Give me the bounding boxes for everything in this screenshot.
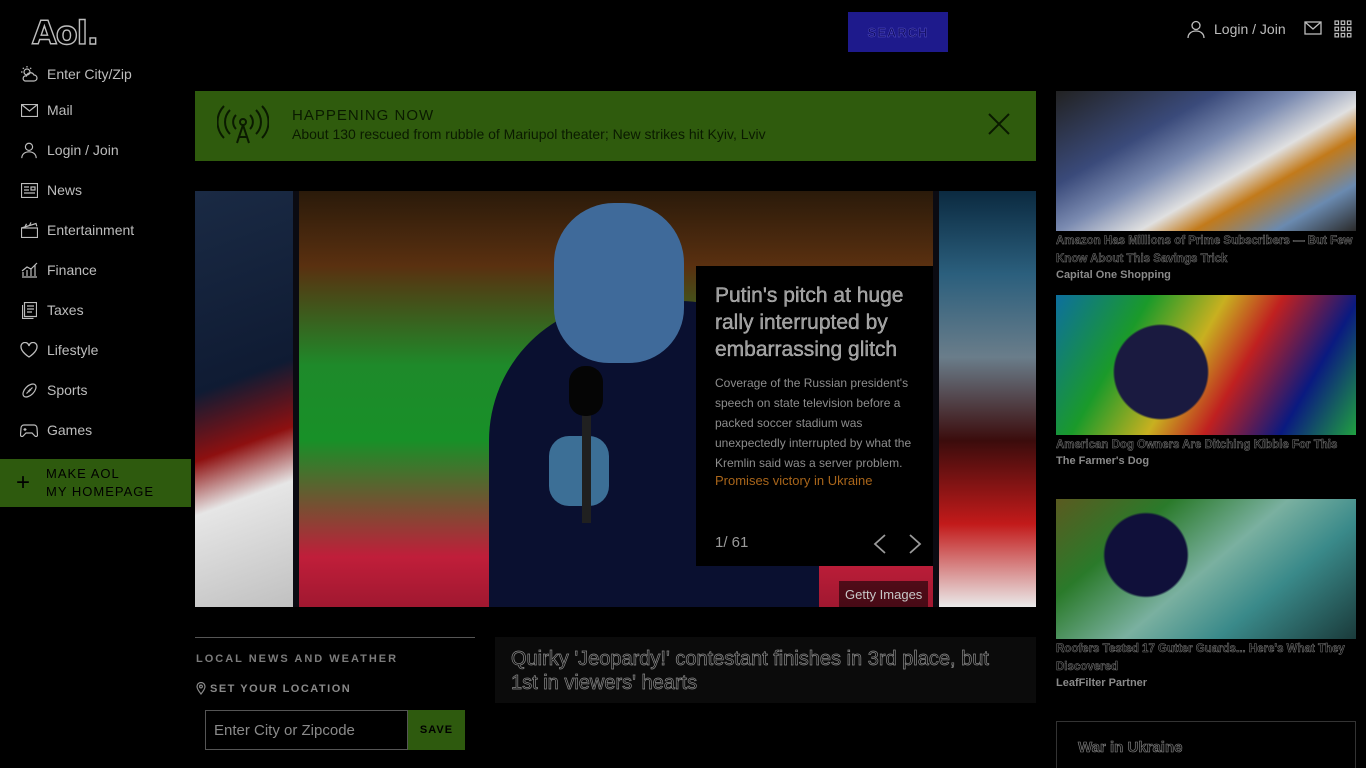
sidebar-item-login[interactable]: Login / Join bbox=[0, 130, 192, 170]
sidebar-item-games[interactable]: Games bbox=[0, 410, 192, 450]
header-login-label: Login / Join bbox=[1214, 21, 1286, 37]
sidebar-item-label: Mail bbox=[47, 102, 73, 118]
chart-icon bbox=[20, 261, 38, 279]
ad-source: LeafFilter Partner bbox=[1056, 677, 1148, 689]
sidebar-item-finance[interactable]: Finance bbox=[0, 250, 192, 290]
header-login-link[interactable]: Login / Join bbox=[1186, 19, 1286, 39]
sidebar-item-news[interactable]: News bbox=[0, 170, 192, 210]
document-icon bbox=[20, 301, 38, 319]
apps-grid-icon[interactable] bbox=[1334, 20, 1352, 43]
sponsored-ad[interactable]: American Dog Owners Are Ditching Kibble … bbox=[1056, 295, 1356, 467]
local-news-title: LOCAL NEWS AND WEATHER bbox=[196, 653, 399, 665]
sidebar-item-mail[interactable]: Mail bbox=[0, 90, 192, 130]
make-homepage-button[interactable]: + MAKE AOL MY HOMEPAGE bbox=[0, 459, 191, 507]
set-location-label: SET YOUR LOCATION bbox=[210, 682, 352, 695]
sidebar-item-label: News bbox=[47, 182, 83, 198]
sidebar-item-label: Entertainment bbox=[47, 222, 135, 238]
news-icon bbox=[20, 181, 38, 199]
sponsored-ad[interactable]: Amazon Has Millions of Prime Subscribers… bbox=[1056, 91, 1356, 281]
user-icon bbox=[20, 141, 38, 159]
speaker-hand bbox=[549, 436, 609, 506]
make-homepage-line2: MY HOMEPAGE bbox=[46, 484, 155, 499]
happening-now-title: HAPPENING NOW bbox=[292, 107, 435, 124]
weather-icon bbox=[20, 65, 38, 83]
sidebar-item-label: Games bbox=[47, 422, 93, 438]
chevron-left-icon[interactable] bbox=[873, 534, 887, 559]
save-location-button[interactable]: SAVE bbox=[408, 710, 465, 750]
aol-logo[interactable]: Aol. bbox=[31, 13, 99, 52]
happening-now-headline[interactable]: About 130 rescued from rubble of Mariupo… bbox=[292, 126, 766, 142]
secondary-story-title: Quirky 'Jeopardy!' contestant finishes i… bbox=[511, 648, 990, 695]
ad-title: Roofers Tested 17 Gutter Guards... Here'… bbox=[1056, 643, 1345, 674]
search-button[interactable]: SEARCH bbox=[848, 12, 948, 52]
plus-icon: + bbox=[15, 469, 30, 496]
speaker-head bbox=[554, 203, 684, 363]
ad-source: The Farmer's Dog bbox=[1056, 455, 1150, 467]
sponsored-ad[interactable]: Roofers Tested 17 Gutter Guards... Here'… bbox=[1056, 499, 1356, 689]
sidebar-item-label: Enter City/Zip bbox=[47, 66, 132, 82]
ad-source: Capital One Shopping bbox=[1056, 269, 1171, 281]
sidebar-nav: Enter City/Zip Mail Login / Join News En… bbox=[0, 58, 192, 450]
story-card: Putin's pitch at huge rally interrupted … bbox=[696, 266, 933, 566]
search-button-label: SEARCH bbox=[867, 24, 929, 40]
news-carousel: Getty Images Putin's pitch at huge rally… bbox=[195, 191, 1036, 607]
header-mail-icon[interactable] bbox=[1304, 21, 1322, 40]
ad-image bbox=[1056, 91, 1356, 231]
story-title[interactable]: Putin's pitch at huge rally interrupted … bbox=[715, 282, 923, 363]
mail-icon bbox=[20, 101, 38, 119]
ad-title: Amazon Has Millions of Prime Subscribers… bbox=[1056, 235, 1353, 266]
microphone-stand bbox=[582, 413, 591, 523]
local-divider bbox=[195, 637, 475, 638]
related-story-link[interactable]: Promises victory in Ukraine bbox=[715, 473, 923, 488]
previous-slide-image[interactable] bbox=[195, 191, 293, 607]
war-in-ukraine-module[interactable]: War in Ukraine bbox=[1056, 721, 1356, 768]
broadcast-icon bbox=[216, 105, 270, 150]
ad-image bbox=[1056, 499, 1356, 639]
sidebar-item-label: Finance bbox=[47, 262, 97, 278]
sidebar-item-label: Taxes bbox=[47, 302, 84, 318]
secondary-story[interactable]: Quirky 'Jeopardy!' contestant finishes i… bbox=[495, 637, 1036, 703]
sidebar-item-label: Lifestyle bbox=[47, 342, 99, 358]
location-pin-icon bbox=[196, 682, 206, 695]
user-icon bbox=[1187, 20, 1205, 39]
make-homepage-line1: MAKE AOL bbox=[46, 466, 120, 481]
zipcode-input[interactable] bbox=[205, 710, 408, 750]
sidebar-item-label: Login / Join bbox=[47, 142, 119, 158]
ad-image bbox=[1056, 295, 1356, 435]
sidebar-item-lifestyle[interactable]: Lifestyle bbox=[0, 330, 192, 370]
sidebar-item-label: Sports bbox=[47, 382, 88, 398]
heart-icon bbox=[20, 341, 38, 359]
sidebar-item-sports[interactable]: Sports bbox=[0, 370, 192, 410]
search-input[interactable] bbox=[298, 10, 848, 52]
gamepad-icon bbox=[20, 421, 38, 439]
clapper-icon bbox=[20, 221, 38, 239]
next-slide-image[interactable] bbox=[939, 191, 1036, 607]
sidebar-item-weather[interactable]: Enter City/Zip bbox=[0, 58, 192, 90]
slide-counter: 1/ 61 bbox=[715, 534, 749, 551]
chevron-right-icon[interactable] bbox=[908, 534, 922, 559]
war-in-ukraine-title: War in Ukraine bbox=[1078, 739, 1183, 757]
microphone bbox=[569, 366, 603, 416]
photo-credit: Getty Images bbox=[839, 581, 929, 607]
happening-now-banner[interactable]: HAPPENING NOW About 130 rescued from rub… bbox=[195, 91, 1036, 161]
ad-title: American Dog Owners Are Ditching Kibble … bbox=[1056, 439, 1338, 452]
sidebar-item-entertainment[interactable]: Entertainment bbox=[0, 210, 192, 250]
close-icon[interactable] bbox=[988, 113, 1010, 140]
sidebar-item-taxes[interactable]: Taxes bbox=[0, 290, 192, 330]
set-location-link[interactable]: SET YOUR LOCATION bbox=[196, 682, 351, 695]
story-description: Coverage of the Russian president's spee… bbox=[715, 376, 912, 470]
football-icon bbox=[20, 381, 38, 399]
make-homepage-label: MAKE AOL MY HOMEPAGE bbox=[46, 465, 154, 501]
